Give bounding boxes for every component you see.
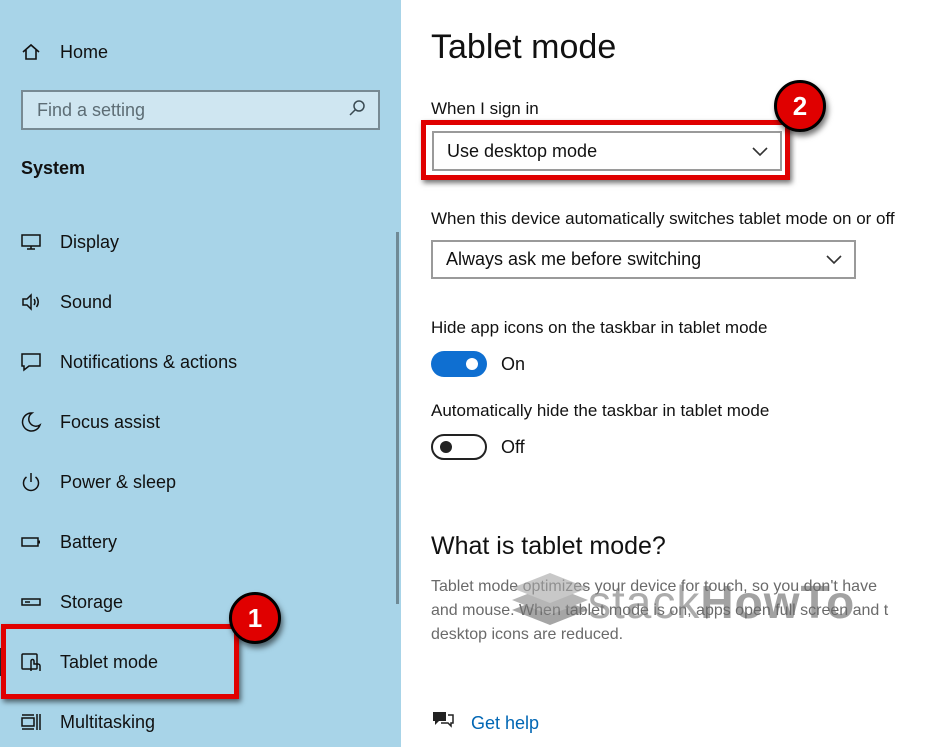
toggle-knob — [466, 358, 478, 370]
hide-taskbar-toggle[interactable] — [431, 434, 487, 460]
drive-icon — [20, 591, 42, 613]
sidebar-item-sound[interactable]: Sound — [0, 272, 396, 332]
hide-taskbar-label: Automatically hide the taskbar in tablet… — [431, 401, 770, 420]
sidebar-item-label: Sound — [60, 291, 113, 312]
hide-icons-label: Hide app icons on the taskbar in tablet … — [431, 318, 768, 337]
monitor-icon — [20, 231, 42, 253]
stack-logo-icon — [508, 565, 592, 640]
sidebar-scrollbar[interactable] — [396, 232, 399, 604]
sidebar-item-battery[interactable]: Battery — [0, 512, 396, 572]
speaker-icon — [20, 291, 42, 313]
watermark-text: stackHowTo — [588, 575, 855, 629]
help-chat-icon — [431, 710, 471, 737]
section-title-system: System — [21, 158, 86, 178]
watermark-part1: stack — [588, 576, 701, 628]
sign-in-label: When I sign in — [431, 99, 539, 118]
message-icon — [20, 351, 42, 373]
hide-taskbar-state: Off — [501, 437, 525, 457]
battery-icon — [20, 531, 42, 553]
sidebar-item-label: Battery — [60, 531, 118, 552]
sidebar-item-notifications[interactable]: Notifications & actions — [0, 332, 396, 392]
sidebar-item-label: Notifications & actions — [60, 351, 238, 372]
moon-icon — [20, 411, 42, 433]
annotation-badge-1: 1 — [229, 592, 281, 644]
hide-icons-toggle[interactable] — [431, 351, 487, 377]
home-icon — [20, 41, 42, 63]
sidebar-item-label: Display — [60, 231, 120, 252]
page-title: Tablet mode — [431, 28, 617, 66]
what-is-tablet-mode-heading: What is tablet mode? — [431, 532, 666, 560]
sidebar-item-multitasking[interactable]: Multitasking — [0, 692, 396, 752]
annotation-badge-2: 2 — [774, 80, 826, 132]
auto-switch-label: When this device automatically switches … — [431, 209, 895, 228]
hide-icons-state: On — [501, 354, 526, 374]
sidebar-item-power-sleep[interactable]: Power & sleep — [0, 452, 396, 512]
get-help-link[interactable]: Get help — [471, 713, 539, 734]
multitasking-icon — [20, 711, 42, 733]
annotation-box-sign-in — [421, 120, 790, 180]
stackhowto-watermark: stackHowTo — [508, 562, 926, 642]
watermark-part2: HowTo — [700, 576, 856, 628]
nav-home-label: Home — [60, 41, 109, 62]
search-input[interactable]: Find a setting — [21, 90, 380, 130]
sidebar-item-label: Storage — [60, 591, 124, 612]
sidebar-item-label: Power & sleep — [60, 471, 177, 492]
search-placeholder: Find a setting — [37, 99, 146, 120]
sidebar-item-label: Focus assist — [60, 411, 161, 432]
chevron-down-icon — [826, 249, 842, 270]
sidebar-item-label: Multitasking — [60, 711, 156, 732]
sidebar-item-display[interactable]: Display — [0, 212, 396, 272]
sidebar-item-storage[interactable]: Storage — [0, 572, 396, 632]
nav-home[interactable]: Home — [0, 22, 396, 82]
search-icon — [348, 99, 366, 122]
auto-switch-value: Always ask me before switching — [446, 249, 702, 269]
annotation-box-tablet-mode — [1, 624, 239, 699]
auto-switch-dropdown[interactable]: Always ask me before switching — [431, 240, 856, 279]
toggle-knob — [440, 441, 452, 453]
sidebar-item-focus-assist[interactable]: Focus assist — [0, 392, 396, 452]
power-icon — [20, 471, 42, 493]
get-help[interactable]: Get help — [431, 710, 539, 737]
